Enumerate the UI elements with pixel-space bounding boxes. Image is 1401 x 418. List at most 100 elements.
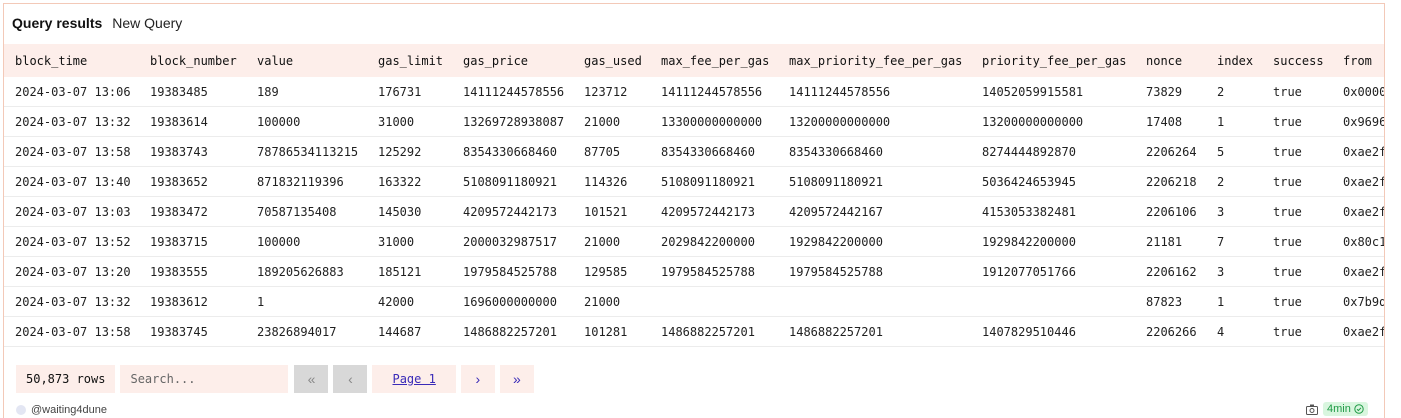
search-input[interactable] <box>120 365 289 393</box>
table-row[interactable]: 2024-03-07 13:58 19383745 23826894017 14468… <box>4 316 1384 347</box>
table-cell: 129585 <box>573 256 650 287</box>
column-header-max-priority-fee-per-gas[interactable]: max_priority_fee_per_gas <box>778 44 971 77</box>
table-cell <box>971 346 1135 352</box>
table-cell: 8354330668460 <box>778 136 971 167</box>
column-header-success[interactable]: success <box>1262 44 1332 77</box>
table-cell: true <box>1262 256 1332 287</box>
table-cell: 14111244578556 <box>789 84 891 99</box>
page-indicator[interactable]: Page 1 <box>372 365 456 393</box>
query-results-panel: Query results New Query block_time block_… <box>3 3 1385 418</box>
column-header-from[interactable]: from <box>1332 44 1384 77</box>
table-cell: 21000 <box>573 226 650 257</box>
table-row[interactable]: 2024-03-07 13:32 19383612 1 42000 1696000000… <box>4 286 1384 317</box>
column-header-nonce[interactable]: nonce <box>1135 44 1206 77</box>
table-cell: 5108091180921 <box>650 166 778 197</box>
table-cell: 23826894017 <box>246 316 367 347</box>
table-cell: 1407829510446 <box>971 316 1135 347</box>
column-header-gas-used[interactable]: gas_used <box>573 44 650 77</box>
table-row[interactable]: 2024-03-07 13:03 19383472 70587135408 14503… <box>4 196 1384 227</box>
table-cell: 19383555 <box>139 256 246 287</box>
table-cell: 4209572442173 <box>452 196 573 227</box>
table-cell: 100000 <box>246 226 367 257</box>
table-cell: 8354330668460 <box>452 136 573 167</box>
table-cell: 78786534113215 <box>246 136 367 167</box>
table-cell: 2029842200000 <box>650 226 778 257</box>
column-header-value[interactable]: value <box>246 44 367 77</box>
column-header-block-number[interactable]: block_number <box>139 44 246 77</box>
tab-new-query[interactable]: New Query <box>112 15 182 31</box>
results-table-container[interactable]: block_time block_number value gas_limit gas_… <box>4 44 1384 352</box>
table-cell: 21000 <box>367 346 452 352</box>
table-cell: 19383485 <box>150 84 208 99</box>
table-cell: 2024-03-07 13:58 <box>4 136 139 167</box>
table-cell: 19383745 <box>139 316 246 347</box>
last-page-button[interactable]: » <box>499 365 534 393</box>
table-row[interactable]: 2024-03-07 13:32 19383614 100000 31000 13269… <box>4 106 1384 137</box>
table-cell: 19383715 <box>139 226 246 257</box>
table-row[interactable]: 2024-03-07 13:06 19383485 189 176731 1411124… <box>4 77 1384 107</box>
table-cell: 1 <box>1206 346 1262 352</box>
column-header-gas-limit[interactable]: gas_limit <box>367 44 452 77</box>
table-cell: 2206162 <box>1135 256 1206 287</box>
table-cell: 73829 <box>1146 84 1183 99</box>
table-cell: 189205626883 <box>246 256 367 287</box>
table-cell: 2206218 <box>1135 166 1206 197</box>
table-cell: 2024-03-07 13:32 <box>4 106 139 137</box>
table-row[interactable]: 2024-03-07 13:47193836901210001236000000… <box>4 346 1384 352</box>
table-cell: 14111244578556 <box>463 84 565 99</box>
table-cell <box>778 346 971 352</box>
check-circle-icon <box>1354 404 1364 414</box>
table-body: 2024-03-07 13:06 19383485 189 176731 1411124… <box>4 77 1384 352</box>
status-bar: @waiting4dune 4min <box>0 400 1401 417</box>
table-cell: 101521 <box>573 196 650 227</box>
table-cell: 3 <box>1206 196 1262 227</box>
table-cell: 2024-03-07 13:40 <box>4 166 139 197</box>
table-cell: 42000 <box>367 286 452 317</box>
table-row[interactable]: 2024-03-07 13:58 19383743 78786534113215 12… <box>4 136 1384 167</box>
table-cell: 123712 <box>584 84 628 99</box>
first-page-button[interactable]: « <box>294 365 329 393</box>
column-header-index[interactable]: index <box>1206 44 1262 77</box>
table-cell: 2 <box>1206 166 1262 197</box>
table-cell: 1 <box>246 346 367 352</box>
table-cell <box>971 286 1135 317</box>
table-cell: 2024-03-07 13:52 <box>4 226 139 257</box>
table-cell: 14052059915581 <box>982 84 1084 99</box>
table-cell: 5108091180921 <box>452 166 573 197</box>
table-row[interactable]: 2024-03-07 13:20 19383555 189205626883 1851… <box>4 256 1384 287</box>
next-page-button[interactable]: › <box>460 365 495 393</box>
table-cell: 70587135408 <box>246 196 367 227</box>
table-cell: 19383472 <box>139 196 246 227</box>
column-header-gas-price[interactable]: gas_price <box>452 44 573 77</box>
column-header-priority-fee-per-gas[interactable]: priority_fee_per_gas <box>971 44 1135 77</box>
table-cell: true <box>1262 346 1332 352</box>
table-cell: true <box>1262 106 1332 137</box>
author[interactable]: @waiting4dune <box>16 404 107 416</box>
table-cell <box>650 346 778 352</box>
table-row[interactable]: 2024-03-07 13:40 19383652 871832119396 1633… <box>4 166 1384 197</box>
table-cell <box>650 286 778 317</box>
table-cell: 1486882257201 <box>650 316 778 347</box>
table-cell: true <box>1262 136 1332 167</box>
camera-icon[interactable] <box>1306 404 1318 415</box>
table-cell: 21000 <box>573 286 650 317</box>
table-row[interactable]: 2024-03-07 13:52 19383715 100000 31000 20000… <box>4 226 1384 257</box>
table-cell: 1486882257201 <box>452 316 573 347</box>
table-cell: 5036424653945 <box>971 166 1135 197</box>
prev-page-button[interactable]: ‹ <box>333 365 368 393</box>
table-cell: 1236000000000 <box>452 346 573 352</box>
table-cell: 13300000000000 <box>650 106 778 137</box>
column-header-block-time[interactable]: block_time <box>4 44 139 77</box>
table-cell: 19383614 <box>139 106 246 137</box>
table-cell: 185121 <box>367 256 452 287</box>
table-cell: 100000 <box>246 106 367 137</box>
table-cell: 2024-03-07 13:58 <box>4 316 139 347</box>
row-count: 50,873 rows <box>16 365 116 393</box>
chevron-right-icon: › <box>475 371 481 387</box>
table-cell: 0x7b9d <box>1332 286 1384 317</box>
column-header-max-fee-per-gas[interactable]: max_fee_per_gas <box>650 44 778 77</box>
table-cell: 2024-03-07 13:06 <box>15 84 131 99</box>
table-cell: 21181 <box>1135 226 1206 257</box>
freshness-label: 4min <box>1327 403 1351 415</box>
table-cell: 1929842200000 <box>971 226 1135 257</box>
